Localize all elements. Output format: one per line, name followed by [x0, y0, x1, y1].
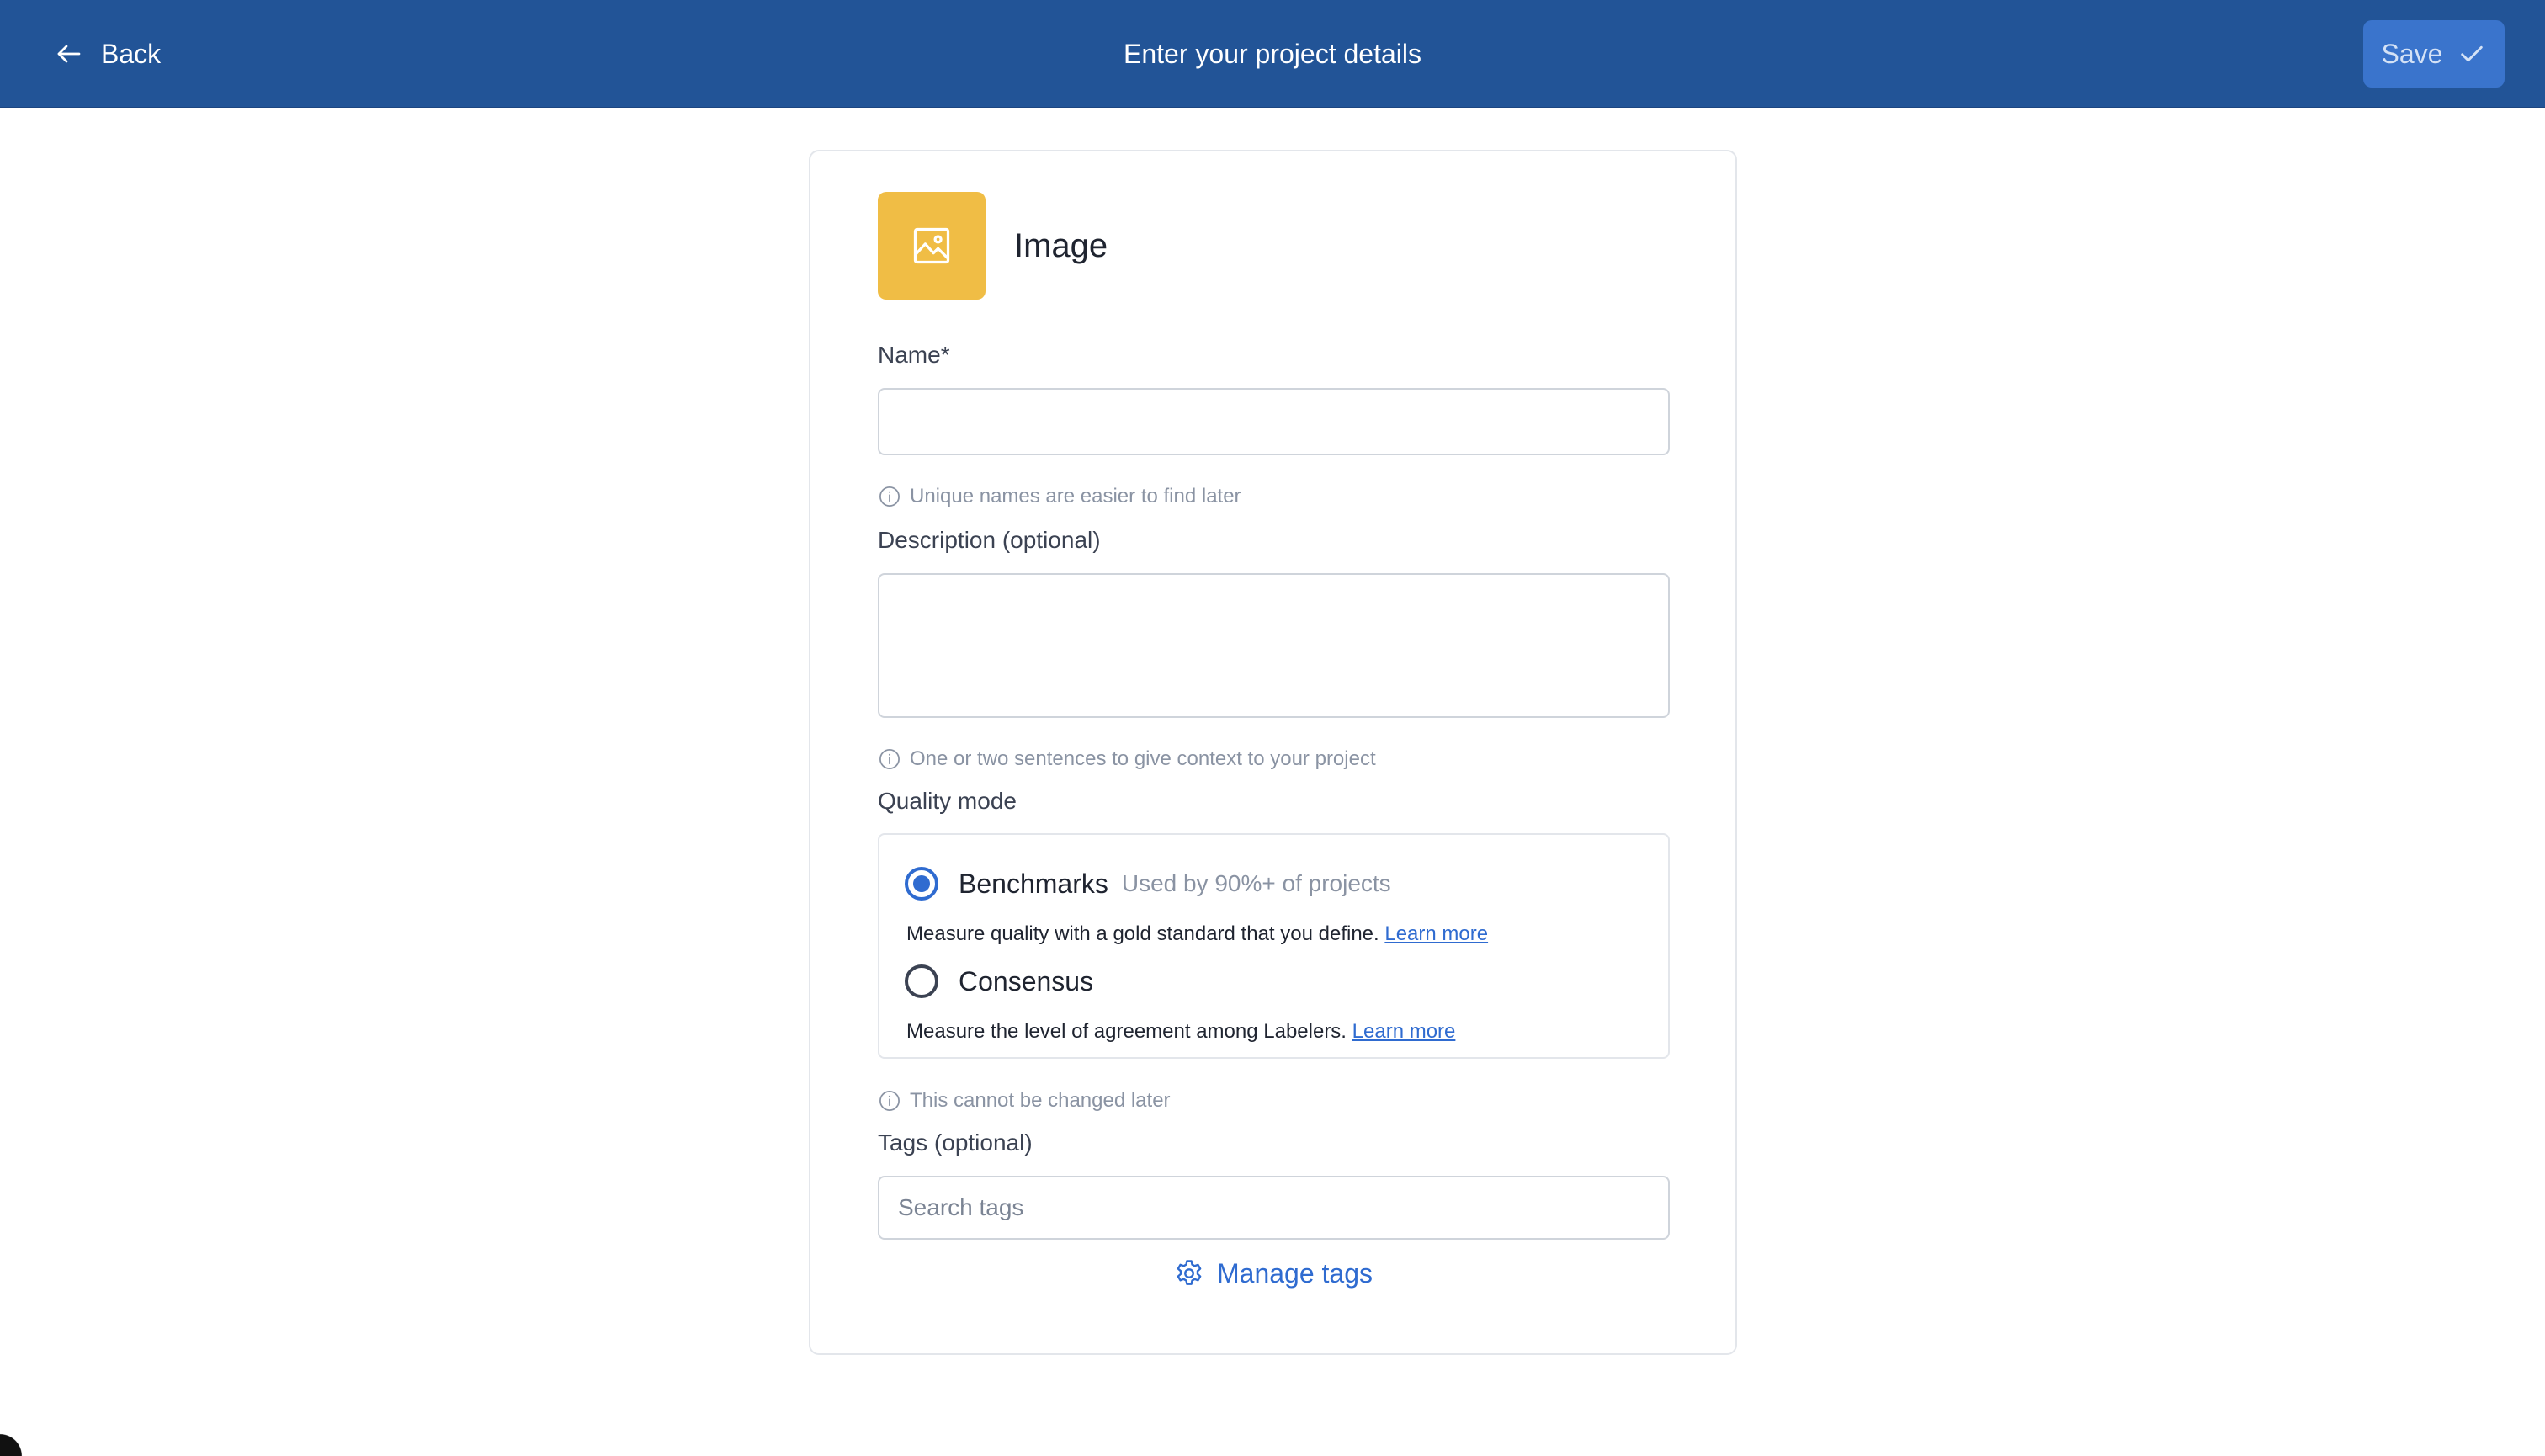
name-hint: Unique names are easier to find later	[878, 483, 1241, 510]
info-icon	[879, 486, 900, 507]
info-icon	[879, 749, 900, 769]
description-hint: One or two sentences to give context to …	[878, 746, 1376, 773]
consensus-name: Consensus	[959, 965, 1094, 996]
benchmarks-radio[interactable]	[905, 867, 938, 901]
consensus-learn-more-link[interactable]: Learn more	[1352, 1020, 1456, 1043]
image-icon	[913, 227, 950, 264]
window-corner	[0, 1431, 25, 1456]
benchmarks-name: Benchmarks	[959, 868, 1108, 899]
consensus-description-text: Measure the level of agreement among Lab…	[906, 1020, 1347, 1043]
project-type-tile	[878, 192, 986, 300]
name-hint-text: Unique names are easier to find later	[910, 485, 1241, 507]
quality-mode-hint-text: This cannot be changed later	[910, 1089, 1171, 1112]
project-details-card: Image Name* Unique names are easier to f…	[809, 150, 1737, 1355]
manage-tags-button[interactable]: Manage tags	[810, 1257, 1735, 1289]
consensus-option[interactable]: Consensus	[905, 964, 1107, 998]
save-button[interactable]: Save	[2363, 20, 2505, 88]
gear-icon	[1177, 1260, 1202, 1285]
top-bar: Back Enter your project details Save	[0, 0, 2545, 108]
consensus-radio[interactable]	[905, 964, 938, 998]
quality-mode-label: Quality mode	[878, 788, 1017, 814]
benchmarks-option[interactable]: Benchmarks Used by 90%+ of projects	[905, 867, 1391, 901]
benchmarks-note: Used by 90%+ of projects	[1121, 870, 1391, 896]
benchmarks-description: Measure quality with a gold standard tha…	[906, 921, 1488, 948]
quality-mode-options: Benchmarks Used by 90%+ of projects Meas…	[878, 833, 1670, 1059]
manage-tags-label: Manage tags	[1216, 1257, 1373, 1289]
project-type-title: Image	[1014, 227, 1108, 264]
description-label: Description (optional)	[878, 527, 1101, 553]
save-label: Save	[2381, 38, 2443, 69]
description-hint-text: One or two sentences to give context to …	[910, 747, 1376, 770]
search-tags-input[interactable]	[878, 1176, 1670, 1240]
quality-mode-hint: This cannot be changed later	[878, 1087, 1171, 1114]
page-title: Enter your project details	[1124, 39, 1421, 69]
name-input[interactable]	[878, 388, 1670, 455]
tags-label: Tags (optional)	[878, 1129, 1033, 1156]
info-icon	[879, 1091, 900, 1111]
name-label: Name*	[878, 342, 950, 368]
benchmarks-description-text: Measure quality with a gold standard tha…	[906, 922, 1379, 945]
benchmarks-learn-more-link[interactable]: Learn more	[1384, 922, 1488, 945]
consensus-description: Measure the level of agreement among Lab…	[906, 1018, 1455, 1045]
page: Back Enter your project details Save Ima…	[0, 0, 2545, 1456]
description-textarea[interactable]	[878, 573, 1670, 718]
check-icon	[2461, 45, 2484, 62]
